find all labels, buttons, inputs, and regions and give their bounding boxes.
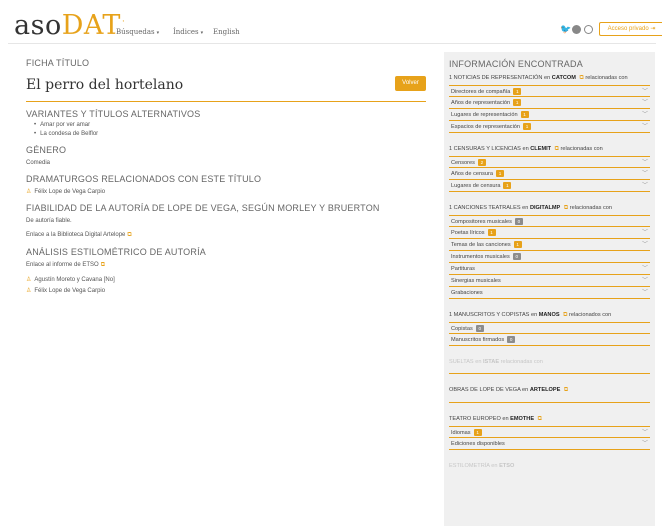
chevron-down-icon: ﹀ <box>641 266 648 272</box>
count-badge: 0 <box>475 325 484 333</box>
logo-text-aso: aso <box>14 10 62 41</box>
artelope-block-title: OBRAS DE LOPE DE VEGA en ARTELOPE ⧉ <box>449 387 569 393</box>
chevron-down-icon: ﹀ <box>641 230 648 236</box>
chevron-down-icon: ﹀ <box>641 112 648 118</box>
person-icon: ♙ <box>26 288 32 294</box>
count-badge: 1 <box>513 88 522 96</box>
facebook-icon[interactable] <box>572 25 581 34</box>
instagram-icon[interactable] <box>584 25 593 34</box>
chevron-down-icon: ﹀ <box>641 290 648 296</box>
stylometric-heading: ANÁLISIS ESTILOMÉTRICO DE AUTORÍA <box>26 247 206 257</box>
catcom-block-title: 1 NOTICIAS DE REPRESENTACIÓN en CATCOM ⧉… <box>449 75 628 81</box>
istae-block-title: SUELTAS en ISTAE relacionadas con <box>449 359 543 365</box>
manos-block-title: 1 MANUSCRITOS Y COPISTAS en MANOS ⧉ rela… <box>449 312 612 318</box>
accordion-manuscritos[interactable]: Manuscritos firmados 0 <box>449 334 650 346</box>
count-badge: 2 <box>477 159 486 167</box>
accordion-anos-censura[interactable]: Años de censura 1 ﹀ <box>449 168 650 180</box>
variants-heading: VARIANTES Y TÍTULOS ALTERNATIVOS <box>26 109 201 119</box>
variant-item: La condesa de Belflor <box>34 131 426 137</box>
playwright-link[interactable]: ♙ Félix Lope de Vega Carpio <box>26 188 426 195</box>
reliability-value: De autoría fiable. <box>26 218 72 224</box>
person-icon: ♙ <box>26 277 32 283</box>
accordion-copistas[interactable]: Copistas 0 <box>449 322 650 334</box>
found-information-panel: INFORMACIÓN ENCONTRADA 1 NOTICIAS DE REP… <box>444 52 655 526</box>
external-link-icon: ⧉ <box>100 262 105 268</box>
count-badge: 0 <box>507 336 516 344</box>
chevron-down-icon: ﹀ <box>641 100 648 106</box>
accordion-sinergias[interactable]: Sinergias musicales ﹀ <box>449 275 650 287</box>
nav-english[interactable]: English <box>213 28 240 36</box>
chevron-down-icon: ▾ <box>156 30 160 36</box>
chevron-down-icon: ﹀ <box>641 124 648 130</box>
count-badge: 0 <box>514 218 523 226</box>
count-badge: 1 <box>523 123 532 131</box>
chevron-down-icon: ﹀ <box>641 183 648 189</box>
accordion-partituras[interactable]: Partituras ﹀ <box>449 263 650 275</box>
genre-heading: GÉNERO <box>26 145 67 155</box>
stylometric-person[interactable]: ♙ Agustín Moreto y Cavana [No] <box>26 276 426 283</box>
count-badge: 1 <box>503 182 512 190</box>
person-icon: ♙ <box>26 189 32 195</box>
accordion-poetas[interactable]: Poetas líricos 1 ﹀ <box>449 227 650 239</box>
external-link-icon[interactable]: ⧉ <box>538 416 542 422</box>
accordion-ediciones[interactable]: Ediciones disponibles ﹀ <box>449 438 650 450</box>
genre-value: Comedia <box>26 160 51 166</box>
chevron-down-icon: ﹀ <box>641 441 648 447</box>
count-badge: 1 <box>520 111 529 119</box>
accordion-lugares-representacion[interactable]: Lugares de representación 1 ﹀ <box>449 109 650 121</box>
external-link-icon[interactable]: ⧉ <box>564 387 568 393</box>
accordion-grabaciones[interactable]: Grabaciones ﹀ <box>449 287 650 299</box>
accordion-espacios-representacion[interactable]: Espacios de representación 1 ﹀ <box>449 121 650 133</box>
stylometric-person[interactable]: ♙ Félix Lope de Vega Carpio <box>26 287 426 294</box>
digitalmp-block-title: 1 CANCIONES TEATRALES en DIGITALMP ⧉ rel… <box>449 205 613 211</box>
private-access-button[interactable]: Acceso privado ⇥ <box>599 22 662 36</box>
title-record: FICHA TÍTULO El perro del hortelano Volv… <box>26 58 426 294</box>
title-row: El perro del hortelano Volver <box>26 74 426 102</box>
twitter-icon[interactable]: 🐦 <box>560 25 571 34</box>
nav-busquedas[interactable]: Búsquedas ▾ <box>116 28 159 36</box>
accordion-compositores[interactable]: Compositores musicales 0 <box>449 215 650 227</box>
count-badge: 1 <box>495 170 504 178</box>
external-link-icon: ⧉ <box>127 232 132 238</box>
page-title: El perro del hortelano <box>26 77 184 93</box>
accordion-idiomas[interactable]: Idiomas 1 ﹀ <box>449 426 650 438</box>
etso-block-title: ESTILOMETRÍA en ETSO <box>449 463 515 469</box>
accordion-temas[interactable]: Temas de las canciones 1 ﹀ <box>449 239 650 251</box>
variant-item: Amar por ver amar <box>34 122 426 128</box>
reliability-heading: FIABILIDAD DE LA AUTORÍA DE LOPE DE VEGA… <box>26 203 380 213</box>
nav-indices[interactable]: Índices ▾ <box>173 28 203 36</box>
section-label: FICHA TÍTULO <box>26 58 90 68</box>
accordion-instrumentos[interactable]: Instrumentos musicales 0 <box>449 251 650 263</box>
artelope-link[interactable]: Enlace a la Biblioteca Digital Artelope ⧉ <box>26 232 426 239</box>
asodat-logo[interactable]: asoDAT˙ <box>14 10 126 41</box>
sidebar-heading: INFORMACIÓN ENCONTRADA <box>449 59 583 69</box>
logo-text-dat: DAT <box>61 10 121 41</box>
accordion-anos-representacion[interactable]: Años de representación 1 ﹀ <box>449 97 650 109</box>
social-links: 🐦 <box>560 25 593 34</box>
emothe-block-title: TEATRO EUROPEO en EMOTHE ⧉ <box>449 416 542 422</box>
accordion-lugares-censura[interactable]: Lugares de censura 1 ﹀ <box>449 180 650 192</box>
count-badge: 1 <box>513 241 522 249</box>
etso-link[interactable]: Enlace al informe de ETSO ⧉ <box>26 262 426 269</box>
playwrights-heading: DRAMATURGOS RELACIONADOS CON ESTE TÍTULO <box>26 174 262 184</box>
chevron-down-icon: ﹀ <box>641 171 648 177</box>
back-button[interactable]: Volver <box>395 76 426 91</box>
count-badge: 0 <box>512 253 521 261</box>
count-badge: 1 <box>473 429 482 437</box>
count-badge: 1 <box>513 99 522 107</box>
count-badge: 1 <box>487 229 496 237</box>
accordion-directores[interactable]: Directores de compañía 1 ﹀ <box>449 85 650 97</box>
accordion-censores[interactable]: Censores 2 ﹀ <box>449 156 650 168</box>
clemit-block-title: 1 CENSURAS Y LICENCIAS en CLEMIT ⧉ relac… <box>449 146 603 152</box>
top-navigation-bar: asoDAT˙ Búsquedas ▾ Índices ▾ English 🐦 Ac… <box>8 10 662 44</box>
chevron-down-icon: ﹀ <box>641 242 648 248</box>
chevron-down-icon: ▾ <box>200 30 204 36</box>
chevron-down-icon: ﹀ <box>641 278 648 284</box>
